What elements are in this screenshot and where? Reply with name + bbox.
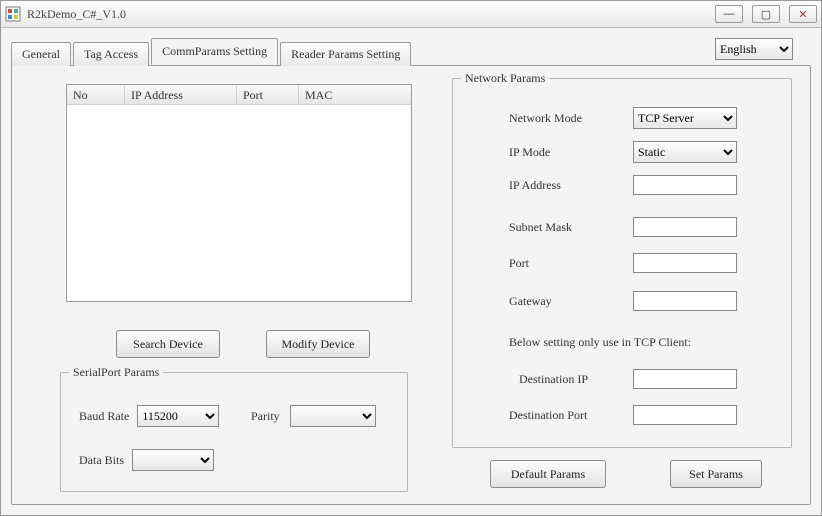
parity-label: Parity xyxy=(251,409,280,424)
destination-ip-row: Destination IP xyxy=(519,369,737,389)
port-input[interactable] xyxy=(633,253,737,273)
window-title: R2kDemo_C#_V1.0 xyxy=(27,7,126,22)
parity-select[interactable] xyxy=(290,405,376,427)
tab-general[interactable]: General xyxy=(11,42,71,66)
tab-page-comm-params: No IP Address Port MAC Search Device Mod… xyxy=(11,65,811,505)
col-header-no[interactable]: No xyxy=(67,85,125,104)
ip-mode-select[interactable]: Static xyxy=(633,141,737,163)
device-table[interactable]: No IP Address Port MAC xyxy=(66,84,412,302)
search-device-button[interactable]: Search Device xyxy=(116,330,220,358)
data-bits-label: Data Bits xyxy=(79,453,124,468)
destination-ip-label: Destination IP xyxy=(519,372,633,387)
gateway-input[interactable] xyxy=(633,291,737,311)
ip-address-row: IP Address xyxy=(509,175,737,195)
port-label: Port xyxy=(509,256,633,271)
device-table-header: No IP Address Port MAC xyxy=(67,85,411,105)
ip-address-label: IP Address xyxy=(509,178,633,193)
maximize-button[interactable]: ▢ xyxy=(752,5,780,23)
minimize-button[interactable]: — xyxy=(715,5,743,23)
network-mode-label: Network Mode xyxy=(509,111,633,126)
tab-control: General Tag Access CommParams Setting Re… xyxy=(11,38,811,505)
ip-mode-label: IP Mode xyxy=(509,145,633,160)
close-button[interactable]: ✕ xyxy=(789,5,817,23)
parity-row: Parity xyxy=(251,405,376,427)
destination-port-label: Destination Port xyxy=(509,408,633,423)
network-mode-select[interactable]: TCP Server xyxy=(633,107,737,129)
data-bits-select[interactable] xyxy=(132,449,214,471)
destination-port-row: Destination Port xyxy=(509,405,737,425)
col-header-mac[interactable]: MAC xyxy=(299,85,411,104)
col-header-ip[interactable]: IP Address xyxy=(125,85,237,104)
tcp-client-note: Below setting only use in TCP Client: xyxy=(509,335,691,350)
tab-row: General Tag Access CommParams Setting Re… xyxy=(11,38,811,65)
tab-comm-params[interactable]: CommParams Setting xyxy=(151,38,278,65)
baud-row: Baud Rate 115200 xyxy=(79,405,219,427)
modify-device-button[interactable]: Modify Device xyxy=(266,330,370,358)
network-legend: Network Params xyxy=(461,71,549,86)
app-window: R2kDemo_C#_V1.0 — ▢ ✕ English General Ta… xyxy=(0,0,822,516)
port-row: Port xyxy=(509,253,737,273)
ip-mode-row: IP Mode Static xyxy=(509,141,737,163)
set-params-button[interactable]: Set Params xyxy=(670,460,762,488)
gateway-label: Gateway xyxy=(509,294,633,309)
network-params-group: Network Params Network Mode TCP Server I… xyxy=(452,78,792,448)
ip-address-input[interactable] xyxy=(633,175,737,195)
subnet-mask-input[interactable] xyxy=(633,217,737,237)
gateway-row: Gateway xyxy=(509,291,737,311)
destination-port-input[interactable] xyxy=(633,405,737,425)
client-area: English General Tag Access CommParams Se… xyxy=(1,28,821,515)
baud-rate-select[interactable]: 115200 xyxy=(137,405,219,427)
destination-ip-input[interactable] xyxy=(633,369,737,389)
serialport-legend: SerialPort Params xyxy=(69,365,163,380)
default-params-button[interactable]: Default Params xyxy=(490,460,606,488)
app-icon xyxy=(5,6,21,22)
subnet-mask-label: Subnet Mask xyxy=(509,220,633,235)
databits-row: Data Bits xyxy=(79,449,214,471)
network-mode-row: Network Mode TCP Server xyxy=(509,107,737,129)
tab-reader-params[interactable]: Reader Params Setting xyxy=(280,42,411,66)
serialport-params-group: SerialPort Params Baud Rate 115200 Parit… xyxy=(60,372,408,492)
subnet-mask-row: Subnet Mask xyxy=(509,217,737,237)
col-header-port[interactable]: Port xyxy=(237,85,299,104)
titlebar: R2kDemo_C#_V1.0 — ▢ ✕ xyxy=(1,1,821,28)
tab-tag-access[interactable]: Tag Access xyxy=(73,42,149,66)
baud-rate-label: Baud Rate xyxy=(79,409,129,424)
